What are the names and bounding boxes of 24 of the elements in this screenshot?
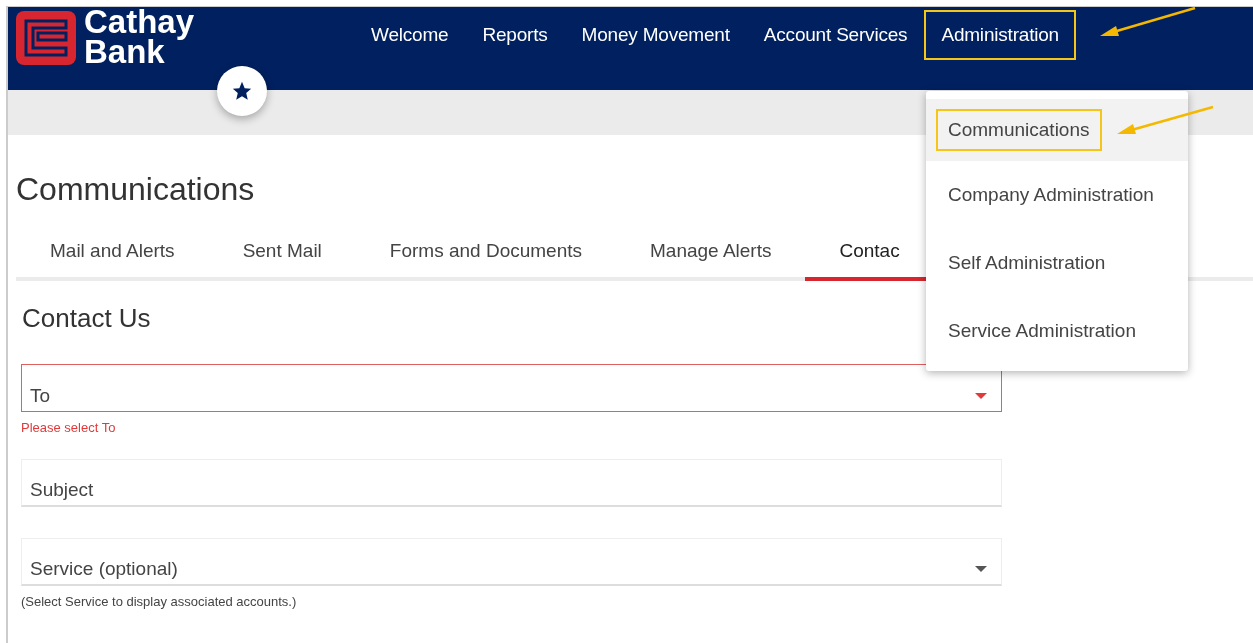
- menu-item[interactable]: Communications: [926, 99, 1188, 161]
- help-text: (Select Service to display associated accounts.): [21, 594, 298, 609]
- nav-link[interactable]: Money Movement: [564, 10, 747, 60]
- select-field[interactable]: Service (optional): [21, 538, 1002, 586]
- nav-link[interactable]: Administration: [924, 10, 1076, 60]
- section-title: Contact Us: [22, 303, 151, 334]
- input-field[interactable]: Subject: [21, 459, 1002, 507]
- nav-link[interactable]: Welcome: [354, 10, 466, 60]
- favorites-button[interactable]: [217, 66, 267, 116]
- logo-text: Bank: [84, 37, 165, 67]
- menu-item[interactable]: Service Administration: [926, 297, 1188, 365]
- tab[interactable]: Sent Mail: [208, 232, 356, 281]
- caret-icon: [975, 393, 987, 399]
- menu-item[interactable]: Company Administration: [926, 161, 1188, 229]
- tab[interactable]: Forms and Documents: [355, 232, 616, 281]
- tab[interactable]: Mail and Alerts: [16, 232, 209, 281]
- tab[interactable]: Manage Alerts: [616, 232, 806, 281]
- page-title: Communications: [16, 171, 255, 209]
- error-message: Please select To: [21, 420, 117, 435]
- select-field[interactable]: To: [21, 364, 1002, 412]
- nav-link[interactable]: Account Services: [746, 10, 925, 60]
- caret-icon: [975, 566, 987, 572]
- star-icon: [231, 80, 253, 102]
- nav-link[interactable]: Reports: [465, 10, 565, 60]
